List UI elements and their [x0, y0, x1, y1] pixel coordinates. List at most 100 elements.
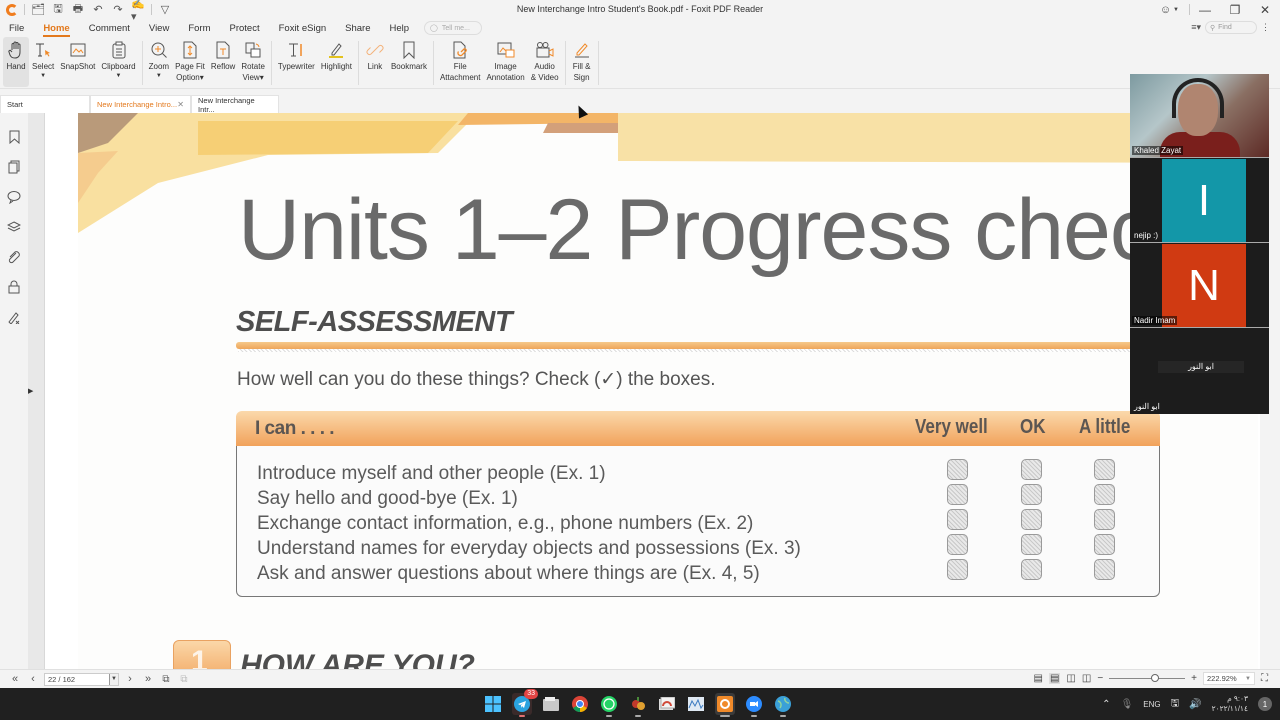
volume-icon[interactable]: 🔊	[1189, 699, 1201, 710]
redo-icon[interactable]: ↷	[111, 3, 125, 17]
expand-panel-icon[interactable]: ▶	[28, 387, 33, 395]
undo-icon[interactable]: ↶	[91, 3, 105, 17]
hand-tool-dropdown-icon[interactable]: ✍▾	[131, 0, 145, 23]
microphone-icon[interactable]: 🎙	[1121, 699, 1134, 710]
hand-button[interactable]: Hand	[3, 37, 29, 87]
tab-start[interactable]: Start	[0, 95, 90, 113]
menu-protect[interactable]: Protect	[230, 23, 260, 34]
document-viewport[interactable]: Units 1–2 Progress check SELF-ASSESSMENT…	[45, 113, 1260, 669]
menu-foxit-esign[interactable]: Foxit eSign	[279, 23, 327, 34]
photos-icon[interactable]	[657, 693, 677, 715]
more-options-icon[interactable]: ⋮	[1261, 22, 1270, 33]
page-fit-option-button[interactable]: Page Fit Option▾	[172, 37, 208, 87]
zoom-app-icon[interactable]	[744, 693, 764, 717]
menu-view[interactable]: View	[149, 23, 169, 34]
continuous-view-icon[interactable]: ▤	[1048, 673, 1061, 684]
notification-count[interactable]: 1	[1258, 697, 1272, 711]
bookmark-button[interactable]: Bookmark	[388, 37, 430, 87]
previous-page-icon[interactable]: ‹	[24, 673, 42, 685]
snapshot-button[interactable]: SnapShot	[57, 37, 98, 87]
bookmark-panel-icon[interactable]	[7, 129, 21, 144]
menu-help[interactable]: Help	[390, 23, 410, 34]
chrome-icon[interactable]	[570, 693, 590, 715]
foxit-reader-icon[interactable]	[715, 693, 735, 717]
zoom-slider[interactable]	[1109, 674, 1186, 682]
menu-form[interactable]: Form	[188, 23, 210, 34]
game-app-icon[interactable]	[628, 693, 648, 717]
menu-share[interactable]: Share	[345, 23, 370, 34]
network-icon[interactable]: 🖫	[1171, 696, 1180, 713]
assessment-checkbox[interactable]	[1094, 559, 1115, 580]
assessment-checkbox[interactable]	[1021, 509, 1042, 530]
zoom-button[interactable]: Zoom ▼	[146, 37, 172, 87]
zoom-slider-thumb[interactable]	[1151, 674, 1160, 682]
single-page-view-icon[interactable]: ▤	[1034, 673, 1043, 684]
fill-sign-button[interactable]: Fill & Sign	[569, 37, 595, 87]
assessment-checkbox[interactable]	[947, 534, 968, 555]
find-input[interactable]: ⚲ Find	[1205, 21, 1257, 34]
assessment-checkbox[interactable]	[1021, 559, 1042, 580]
advanced-search-icon[interactable]: ≡▾	[1191, 22, 1201, 33]
participant-tile[interactable]: ابو النور ابو النور	[1130, 329, 1269, 413]
zoom-in-icon[interactable]: +	[1191, 673, 1197, 684]
next-page-icon[interactable]: ›	[121, 673, 139, 685]
previous-view-icon[interactable]: ⧉	[157, 674, 175, 685]
print-icon[interactable]: 🖶	[71, 3, 85, 17]
minimize-button[interactable]: —	[1190, 0, 1220, 19]
file-attachment-button[interactable]: File Attachment	[437, 37, 483, 87]
assessment-checkbox[interactable]	[1021, 534, 1042, 555]
attachments-panel-icon[interactable]	[7, 249, 21, 264]
chart-app-icon[interactable]	[686, 693, 706, 715]
assessment-checkbox[interactable]	[947, 559, 968, 580]
tell-me-search[interactable]: ◯ Tell me...	[424, 21, 483, 35]
audio-video-button[interactable]: Audio & Video	[528, 37, 562, 87]
assessment-checkbox[interactable]	[1094, 484, 1115, 505]
account-button[interactable]: ☺ ▼	[1160, 4, 1179, 16]
assessment-checkbox[interactable]	[1094, 509, 1115, 530]
assessment-checkbox[interactable]	[1094, 459, 1115, 480]
clipboard-button[interactable]: Clipboard ▼	[98, 37, 138, 87]
menu-file[interactable]: File	[9, 23, 24, 34]
assessment-checkbox[interactable]	[1094, 534, 1115, 555]
participant-tile[interactable]: I nejip :)	[1130, 159, 1269, 243]
signature-panel-icon[interactable]	[7, 309, 21, 324]
menu-comment[interactable]: Comment	[89, 23, 130, 34]
participant-tile[interactable]: N Nadir Imam	[1130, 244, 1269, 328]
close-tab-icon[interactable]: ✕	[177, 100, 184, 109]
page-number-input[interactable]: 22 / 162 ▼	[44, 672, 119, 686]
browser-globe-icon[interactable]	[773, 693, 793, 717]
typewriter-button[interactable]: Typewriter	[275, 37, 318, 87]
open-folder-icon[interactable]: 🗂	[31, 3, 45, 17]
maximize-button[interactable]: ❐	[1220, 0, 1250, 19]
assessment-checkbox[interactable]	[1021, 484, 1042, 505]
page-dropdown-icon[interactable]: ▼	[109, 673, 118, 685]
close-button[interactable]: ✕	[1250, 0, 1280, 19]
comments-panel-icon[interactable]	[7, 189, 21, 204]
assessment-checkbox[interactable]	[947, 459, 968, 480]
tab-document[interactable]: New Interchange Intr...	[191, 95, 279, 114]
link-button[interactable]: Link	[362, 37, 388, 87]
image-annotation-button[interactable]: Image Annotation	[483, 37, 527, 87]
windows-start-icon[interactable]	[483, 693, 503, 715]
whatsapp-icon[interactable]	[599, 693, 619, 717]
layers-panel-icon[interactable]	[7, 219, 21, 234]
tab-document-active[interactable]: New Interchange Intro... ✕	[90, 95, 191, 113]
facing-view-icon[interactable]: ◫	[1066, 673, 1075, 684]
assessment-checkbox[interactable]	[947, 509, 968, 530]
file-explorer-icon[interactable]	[541, 693, 561, 715]
show-hidden-icons-icon[interactable]: ⌃	[1102, 699, 1110, 710]
zoom-level-select[interactable]: 222.92% ▼	[1203, 672, 1255, 685]
customize-toolbar-icon[interactable]: ▽	[158, 3, 172, 17]
menu-home[interactable]: Home	[43, 23, 71, 37]
select-button[interactable]: Select ▼	[29, 37, 57, 87]
assessment-checkbox[interactable]	[947, 484, 968, 505]
first-page-icon[interactable]: «	[6, 673, 24, 685]
zoom-out-icon[interactable]: −	[1097, 673, 1103, 684]
fullscreen-icon[interactable]: ⛶	[1261, 673, 1268, 684]
language-indicator[interactable]: ENG	[1143, 700, 1160, 709]
next-view-icon[interactable]: ⧉	[175, 674, 193, 685]
reflow-button[interactable]: Reflow	[208, 37, 238, 87]
highlight-button[interactable]: Highlight	[318, 37, 355, 87]
security-panel-icon[interactable]	[7, 279, 21, 294]
participant-tile-video[interactable]: Khaled Zayat	[1130, 74, 1269, 158]
